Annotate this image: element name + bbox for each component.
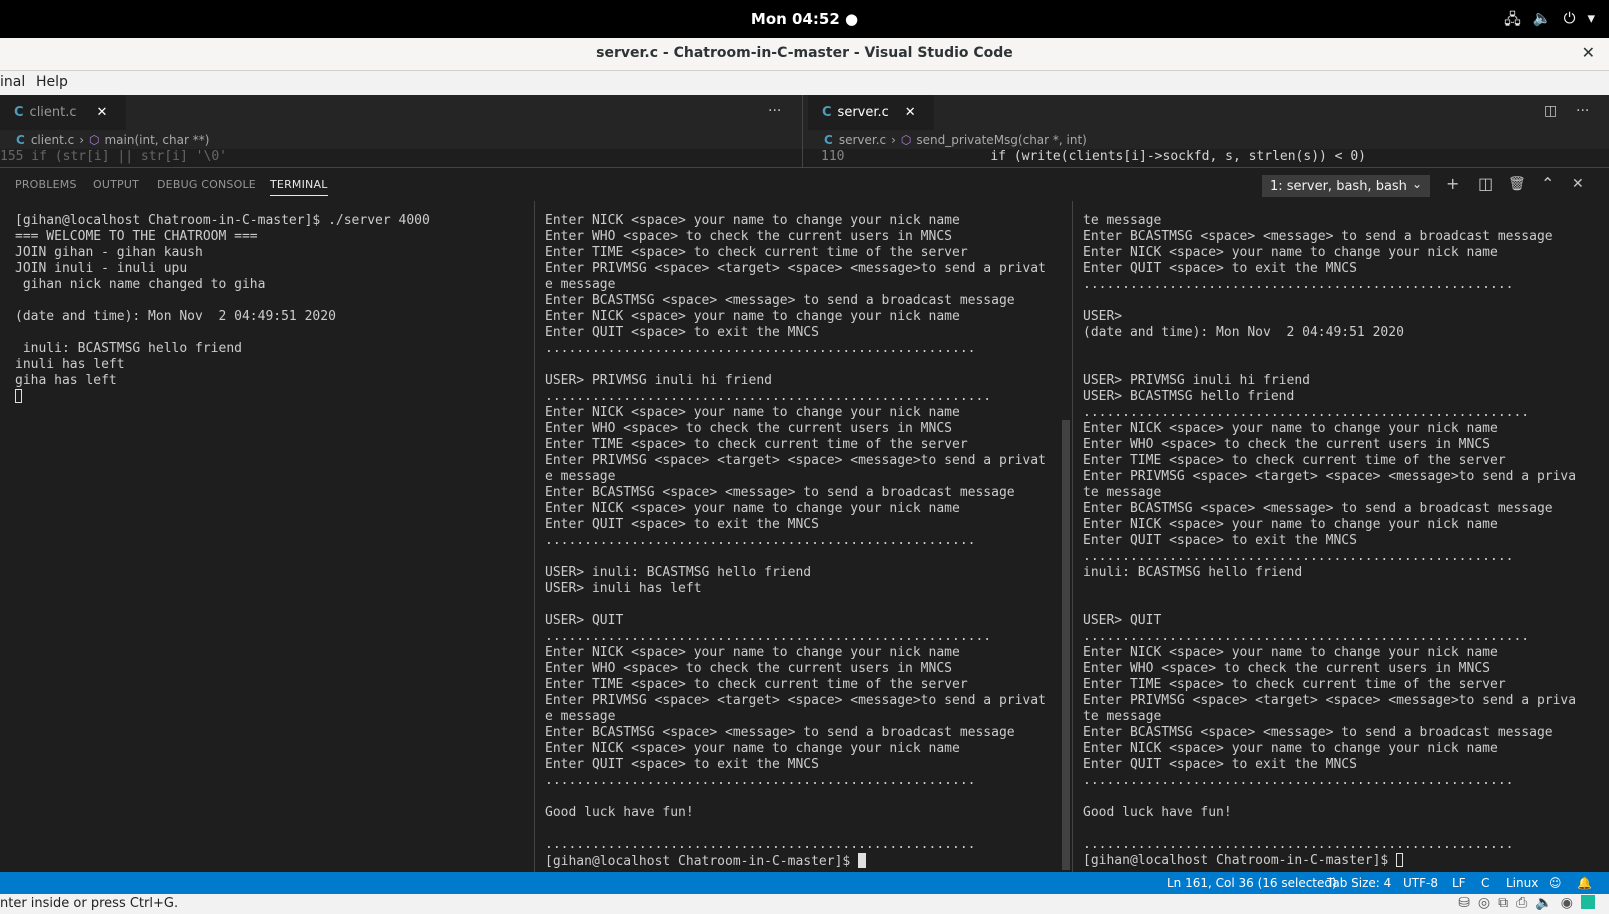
terminal-output: [gihan@localhost Chatroom-in-C-master]$ …	[15, 213, 430, 388]
printer-icon[interactable]: ⎙	[1516, 895, 1527, 911]
power-icon[interactable]: ⏻	[1564, 9, 1576, 34]
audio-icon[interactable]: 🔈	[1535, 895, 1552, 911]
tray-arrow-icon[interactable]: ▾	[1587, 9, 1595, 34]
terminal-split-divider[interactable]	[1072, 201, 1073, 872]
split-terminal-icon[interactable]: ◫	[1478, 174, 1493, 193]
vm-status-icons: ⛁ ◎ ⧉ ⎙ 🔈 ◉	[1458, 895, 1595, 911]
menu-bar: inal Help	[0, 71, 1609, 95]
breadcrumb-right[interactable]: C server.c › ⬡ send_privateMsg(char *, i…	[824, 130, 1087, 150]
hdd-icon[interactable]: ⛁	[1458, 895, 1470, 911]
c-file-icon: C	[824, 133, 833, 147]
system-tray[interactable]: 🖧 🔈 ⏻ ▾	[1504, 9, 1595, 34]
tab-terminal[interactable]: TERMINAL	[270, 178, 328, 196]
terminal-pane-client-1[interactable]: Enter NICK <space> your name to change y…	[545, 201, 1060, 872]
status-eol[interactable]: LF	[1452, 876, 1466, 890]
window-title: server.c - Chatroom-in-C-master - Visual…	[596, 45, 1013, 61]
breadcrumb-left[interactable]: C client.c › ⬡ main(int, char **)	[16, 130, 209, 150]
code-peek-right[interactable]: 110 if (write(clients[i]->sockfd, s, str…	[803, 149, 1609, 167]
tab-output[interactable]: OUTPUT	[93, 178, 139, 191]
vm-hint-bar: nter inside or press Ctrl+G. ⛁ ◎ ⧉ ⎙ 🔈 ◉	[0, 894, 1609, 914]
symbol-method-icon: ⬡	[900, 133, 912, 147]
status-os[interactable]: Linux	[1506, 876, 1538, 890]
breadcrumb-separator-icon: ›	[79, 133, 84, 147]
vm-indicator-icon[interactable]	[1581, 895, 1595, 909]
new-terminal-icon[interactable]: +	[1446, 174, 1459, 193]
symbol-method-icon: ⬡	[89, 133, 100, 147]
terminal-prompt: [gihan@localhost Chatroom-in-C-master]$	[545, 854, 859, 869]
status-bar: Ln 161, Col 36 (16 selected) Tab Size: 4…	[0, 872, 1609, 894]
status-tab-size[interactable]: Tab Size: 4	[1327, 876, 1391, 890]
menu-terminal[interactable]: inal	[0, 74, 25, 90]
breadcrumb-symbol[interactable]: send_privateMsg(char *, int)	[916, 133, 1086, 147]
status-encoding[interactable]: UTF-8	[1403, 876, 1438, 890]
code-line: if (write(clients[i]->sockfd, s, strlen(…	[990, 149, 1366, 164]
terminal-select[interactable]: 1: server, bash, bash ⌄	[1262, 175, 1430, 197]
tab-label: server.c	[837, 105, 889, 120]
terminal-pane-server[interactable]: [gihan@localhost Chatroom-in-C-master]$ …	[15, 201, 530, 872]
tab-problems[interactable]: PROBLEMS	[15, 178, 77, 191]
terminal-output: te message Enter BCASTMSG <space> <messa…	[1083, 213, 1577, 852]
terminal-split-divider[interactable]	[534, 201, 535, 872]
editor-tabs-row: C client.c ✕ ··· C server.c ✕ ◫ ···	[0, 95, 1609, 130]
maximize-panel-icon[interactable]: ⌃	[1541, 174, 1554, 193]
terminal-cursor	[1396, 853, 1404, 867]
tab-close-icon[interactable]: ✕	[905, 105, 916, 120]
tab-close-icon[interactable]: ✕	[97, 105, 108, 120]
terminal-output: Enter NICK <space> your name to change y…	[545, 213, 1046, 852]
clock[interactable]: Mon 04:52 ●	[0, 10, 1609, 28]
terminal-cursor	[858, 853, 867, 868]
status-language[interactable]: C	[1481, 876, 1489, 890]
volume-icon[interactable]: 🔈	[1533, 9, 1552, 34]
more-actions-icon[interactable]: ···	[768, 103, 781, 119]
menu-help[interactable]: Help	[36, 74, 68, 90]
editor-area: C client.c ✕ ··· C server.c ✕ ◫ ··· C cl…	[0, 95, 1609, 167]
editor-split-divider[interactable]	[802, 95, 803, 167]
c-file-icon: C	[14, 105, 24, 120]
breadcrumb-file[interactable]: client.c	[31, 133, 74, 147]
bell-icon[interactable]: 🔔	[1577, 876, 1592, 890]
code-peek-left[interactable]: 155 if (str[i] || str[i] '\0'	[0, 149, 802, 167]
close-panel-icon[interactable]: ✕	[1572, 176, 1584, 192]
status-cursor-position[interactable]: Ln 161, Col 36 (16 selected)	[1167, 876, 1337, 890]
tab-client-c[interactable]: C client.c ✕	[0, 95, 126, 130]
trash-icon[interactable]: 🗑	[1508, 176, 1526, 192]
feedback-icon[interactable]: ☺	[1549, 876, 1562, 890]
window-close-button[interactable]: ✕	[1582, 43, 1595, 62]
terminal-select-value: 1: server, bash, bash	[1270, 178, 1407, 194]
terminal-cursor	[15, 389, 22, 403]
network-icon[interactable]: 🖧	[1504, 9, 1521, 34]
terminal-prompt: [gihan@localhost Chatroom-in-C-master]$	[1083, 853, 1397, 868]
c-file-icon: C	[16, 133, 25, 147]
usb-icon[interactable]: ◉	[1561, 895, 1573, 911]
panel-header: PROBLEMS OUTPUT DEBUG CONSOLE TERMINAL 1…	[0, 167, 1609, 202]
tab-debug-console[interactable]: DEBUG CONSOLE	[157, 178, 256, 191]
tab-label: client.c	[29, 105, 77, 120]
network-icon[interactable]: ⧉	[1498, 895, 1508, 911]
vm-hint-text: nter inside or press Ctrl+G.	[0, 896, 179, 911]
system-top-bar: Mon 04:52 ● 🖧 🔈 ⏻ ▾	[0, 0, 1609, 38]
window-title-bar: server.c - Chatroom-in-C-master - Visual…	[0, 38, 1609, 71]
cd-icon[interactable]: ◎	[1478, 895, 1490, 911]
more-actions-icon[interactable]: ···	[1576, 103, 1589, 119]
terminal-scrollbar[interactable]	[1062, 420, 1070, 870]
chevron-down-icon: ⌄	[1411, 177, 1422, 191]
terminal-pane-client-2[interactable]: te message Enter BCASTMSG <space> <messa…	[1083, 201, 1609, 872]
breadcrumb-symbol[interactable]: main(int, char **)	[104, 133, 209, 147]
breadcrumb-file[interactable]: server.c	[839, 133, 886, 147]
c-file-icon: C	[822, 105, 832, 120]
breadcrumb-separator-icon: ›	[891, 133, 896, 147]
tab-server-c[interactable]: C server.c ✕	[808, 95, 934, 130]
line-number: 110	[821, 149, 845, 164]
split-editor-icon[interactable]: ◫	[1544, 103, 1557, 119]
